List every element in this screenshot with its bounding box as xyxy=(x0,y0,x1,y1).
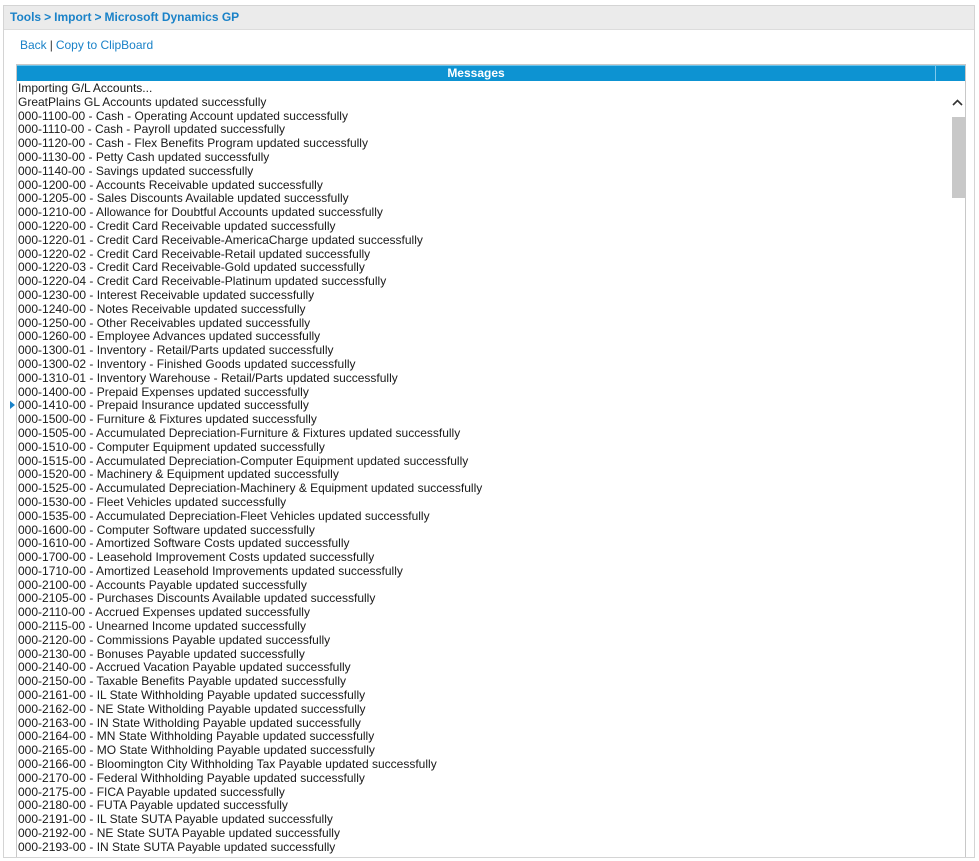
message-row: 000-2165-00 - MO State Withholding Payab… xyxy=(18,743,375,758)
message-row: 000-2164-00 - MN State Withholding Payab… xyxy=(18,729,375,744)
message-row: 000-1110-00 - Cash - Payroll updated suc… xyxy=(18,122,286,137)
message-row: 000-1600-00 - Computer Software updated … xyxy=(18,522,315,537)
message-row: 000-1410-00 - Prepaid Insurance updated … xyxy=(18,398,309,413)
message-row: 000-2166-00 - Bloomington City Withholdi… xyxy=(18,757,437,772)
message-row: 000-1525-00 - Accumulated Depreciation-M… xyxy=(18,481,483,496)
message-row: 000-1500-00 - Furniture & Fixtures updat… xyxy=(18,412,317,427)
back-link[interactable]: Back xyxy=(20,38,47,52)
message-row: 000-1220-00 - Credit Card Receivable upd… xyxy=(18,218,336,233)
message-row: 000-1515-00 - Accumulated Depreciation-C… xyxy=(18,453,469,468)
messages-panel: Messages Importing G/L Accounts... GreatP… xyxy=(16,64,966,857)
message-row: 000-2163-00 - IN State Witholding Payabl… xyxy=(18,715,361,730)
link-divider: | xyxy=(49,38,53,52)
message-row: 000-2162-00 - NE State Witholding Payabl… xyxy=(18,701,366,716)
message-row: 000-2170-00 - Federal Withholding Payabl… xyxy=(18,770,365,785)
message-row: 000-1700-00 - Leasehold Improvement Cost… xyxy=(18,550,375,565)
message-row: 000-1230-00 - Interest Receivable update… xyxy=(18,287,315,302)
message-row: 000-1310-01 - Inventory Warehouse - Reta… xyxy=(18,370,398,385)
message-row: 000-1520-00 - Machinery & Equipment upda… xyxy=(18,467,339,482)
message-row: 000-2120-00 - Commissions Payable update… xyxy=(18,632,331,647)
message-row: 000-1100-00 - Cash - Operating Account u… xyxy=(18,108,348,123)
message-row: GreatPlains GL Accounts updated successf… xyxy=(18,94,267,109)
message-row: Importing G/L Accounts... xyxy=(18,82,153,95)
message-row: 000-2115-00 - Unearned Income updated su… xyxy=(18,619,306,634)
current-row-indicator-icon xyxy=(10,396,15,409)
scroll-thumb[interactable] xyxy=(952,117,965,198)
message-row: 000-1140-00 - Savings updated successful… xyxy=(18,163,254,178)
breadcrumb: Tools > Import > Microsoft Dynamics GP xyxy=(4,6,974,30)
message-row: 000-2192-00 - NE State SUTA Payable upda… xyxy=(18,826,340,841)
action-links: Back | Copy to ClipBoard xyxy=(20,37,153,53)
message-row: 000-1205-00 - Sales Discounts Available … xyxy=(18,191,349,206)
breadcrumb-import[interactable]: Import xyxy=(54,10,91,24)
message-row: 000-1250-00 - Other Receivables updated … xyxy=(18,315,311,330)
breadcrumb-separator: > xyxy=(94,10,102,24)
breadcrumb-tools[interactable]: Tools xyxy=(10,10,41,24)
message-row: 000-1210-00 - Allowance for Doubtful Acc… xyxy=(18,205,383,220)
message-row: 000-1300-02 - Inventory - Finished Goods… xyxy=(18,356,356,371)
message-row: 000-1530-00 - Fleet Vehicles updated suc… xyxy=(18,494,287,509)
message-row: 000-1220-02 - Credit Card Receivable-Ret… xyxy=(18,246,371,261)
message-row: 000-1130-00 - Petty Cash updated success… xyxy=(18,149,270,164)
message-row: 000-1220-04 - Credit Card Receivable-Pla… xyxy=(18,274,387,289)
message-row: 000-2150-00 - Taxable Benefits Payable u… xyxy=(18,674,346,689)
message-row: 000-1510-00 - Computer Equipment updated… xyxy=(18,439,325,454)
message-row: 000-2180-00 - FUTA Payable updated succe… xyxy=(18,798,288,813)
message-row: 000-1300-01 - Inventory - Retail/Parts u… xyxy=(18,343,334,358)
message-row: 000-2105-00 - Purchases Discounts Availa… xyxy=(18,591,376,606)
message-row: 000-1120-00 - Cash - Flex Benefits Progr… xyxy=(18,136,368,151)
message-row: 000-1610-00 - Amortized Software Costs u… xyxy=(18,536,350,551)
message-row: 000-1240-00 - Notes Receivable updated s… xyxy=(18,301,306,316)
message-row: 000-1535-00 - Accumulated Depreciation-F… xyxy=(18,508,430,523)
messages-header-title: Messages xyxy=(447,66,505,80)
message-row: 000-2130-00 - Bonuses Payable updated su… xyxy=(18,646,305,661)
message-row: 000-2193-00 - IN State SUTA Payable upda… xyxy=(18,839,336,854)
message-row: 000-2161-00 - IL State Withholding Payab… xyxy=(18,688,366,703)
message-row: 000-1505-00 - Accumulated Depreciation-F… xyxy=(18,425,461,440)
message-row: 000-1220-01 - Credit Card Receivable-Ame… xyxy=(18,232,423,247)
message-row: 000-1400-00 - Prepaid Expenses updated s… xyxy=(18,384,309,399)
copy-to-clipboard-link[interactable]: Copy to ClipBoard xyxy=(56,38,153,52)
message-row: 000-2140-00 - Accrued Vacation Payable u… xyxy=(18,660,351,675)
header-divider xyxy=(935,66,936,81)
breadcrumb-current: Microsoft Dynamics GP xyxy=(104,10,240,24)
message-row: 000-2175-00 - FICA Payable updated succe… xyxy=(18,784,285,799)
import-page: Tools > Import > Microsoft Dynamics GP Back |… xyxy=(3,5,975,858)
message-row: 000-1200-00 - Accounts Receivable update… xyxy=(18,177,323,192)
message-row: 000-1220-03 - Credit Card Receivable-Gol… xyxy=(18,260,365,275)
breadcrumb-separator: > xyxy=(44,10,52,24)
message-row: 000-1260-00 - Employee Advances updated … xyxy=(18,329,321,344)
message-row: 000-2110-00 - Accrued Expenses updated s… xyxy=(18,605,310,620)
messages-header: Messages xyxy=(17,65,965,81)
scroll-up-icon[interactable] xyxy=(950,95,965,111)
message-row: 000-1710-00 - Amortized Leasehold Improv… xyxy=(18,563,403,578)
vertical-scrollbar[interactable] xyxy=(950,95,965,857)
messages-list[interactable]: Importing G/L Accounts... GreatPlains GL … xyxy=(18,82,948,857)
message-row: 000-2191-00 - IL State SUTA Payable upda… xyxy=(18,812,333,827)
message-row: 000-2100-00 - Accounts Payable updated s… xyxy=(18,577,307,592)
